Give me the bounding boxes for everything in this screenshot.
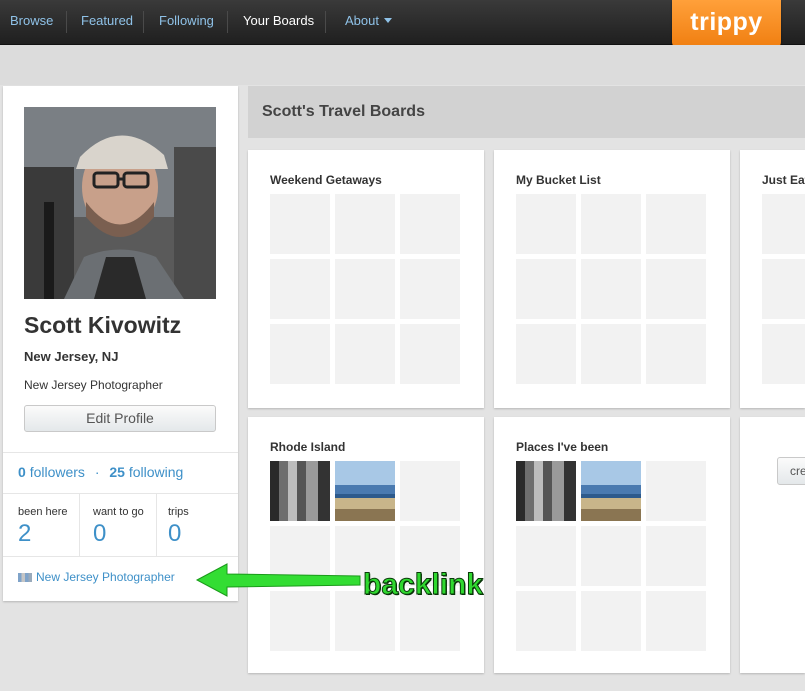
followers-link[interactable]: 0 followers — [18, 464, 85, 480]
create-board-button[interactable]: cre — [777, 457, 805, 485]
site-favicon-icon — [18, 573, 32, 582]
board-photo — [335, 461, 395, 521]
avatar-illustration — [24, 107, 216, 299]
board-card[interactable]: My Bucket List — [494, 150, 730, 408]
stat-trips[interactable]: trips 0 — [168, 494, 189, 556]
board-thumbnail — [400, 259, 460, 319]
board-title: My Bucket List — [516, 173, 601, 187]
nav-browse[interactable]: Browse — [10, 0, 53, 44]
stat-value: 2 — [18, 520, 32, 547]
edit-profile-button[interactable]: Edit Profile — [24, 405, 216, 432]
follow-stats: 0 followers · 25 following — [18, 464, 183, 480]
board-thumbnail — [335, 194, 395, 254]
nav-featured[interactable]: Featured — [81, 0, 133, 44]
board-thumbnail — [762, 259, 805, 319]
divider — [156, 494, 157, 556]
divider — [3, 452, 238, 453]
board-card[interactable]: Just Eat — [740, 150, 805, 408]
boards-header: Scott's Travel Boards — [248, 86, 805, 138]
board-thumbnail — [270, 259, 330, 319]
board-thumbnail — [646, 194, 706, 254]
board-thumbnail — [646, 259, 706, 319]
board-thumbnail — [581, 526, 641, 586]
stat-want-to-go[interactable]: want to go 0 — [93, 494, 144, 556]
stat-label: want to go — [93, 506, 144, 518]
board-thumbnail — [516, 259, 576, 319]
profile-photo[interactable] — [24, 107, 216, 299]
create-board-card: cre — [740, 417, 805, 673]
sub-header-bar — [0, 45, 805, 85]
followers-label: followers — [29, 464, 85, 480]
nav-about-label: About — [345, 13, 379, 28]
board-photo — [516, 461, 576, 521]
board-thumbnail — [581, 194, 641, 254]
board-thumbnail — [335, 324, 395, 384]
nav-divider — [143, 11, 144, 33]
board-photo — [581, 461, 641, 521]
board-thumbnail — [581, 591, 641, 651]
board-thumbnail — [400, 194, 460, 254]
profile-tagline: New Jersey Photographer — [24, 378, 163, 392]
board-thumbnail — [335, 259, 395, 319]
board-thumbnail — [516, 324, 576, 384]
board-thumbnail — [762, 324, 805, 384]
followers-count: 0 — [18, 464, 26, 480]
nav-following[interactable]: Following — [159, 0, 214, 44]
chevron-down-icon — [383, 18, 392, 23]
annotation-label: backlink — [362, 568, 484, 602]
board-title: Rhode Island — [270, 440, 346, 454]
stat-value: 0 — [93, 520, 107, 547]
nav-divider — [227, 11, 228, 33]
nav-your-boards[interactable]: Your Boards — [243, 0, 314, 44]
profile-name: Scott Kivowitz — [24, 312, 182, 338]
stat-been-here[interactable]: been here 2 — [18, 494, 68, 556]
nav-about[interactable]: About — [345, 0, 392, 44]
nav-divider — [66, 11, 67, 33]
board-title: Places I've been — [516, 440, 609, 454]
board-thumbnail — [270, 194, 330, 254]
divider — [3, 556, 238, 557]
board-thumbnail — [646, 324, 706, 384]
stat-label: been here — [18, 506, 68, 518]
board-thumbnail — [581, 259, 641, 319]
website-backlink[interactable]: New Jersey Photographer — [18, 570, 175, 584]
board-title: Weekend Getaways — [270, 173, 382, 187]
nav-divider — [325, 11, 326, 33]
board-thumbnail — [646, 526, 706, 586]
board-thumbnail — [400, 461, 460, 521]
board-thumbnail — [581, 324, 641, 384]
board-thumbnail — [646, 591, 706, 651]
trippy-logo[interactable]: trippy — [672, 0, 781, 48]
board-thumbnail — [516, 591, 576, 651]
board-thumbnail — [516, 194, 576, 254]
boards-title: Scott's Travel Boards — [262, 103, 425, 120]
board-thumbnail — [270, 324, 330, 384]
board-card[interactable]: Places I've been — [494, 417, 730, 673]
divider — [79, 494, 80, 556]
profile-card: Scott Kivowitz New Jersey, NJ New Jersey… — [3, 86, 238, 601]
following-count: 25 — [109, 464, 125, 480]
stat-value: 0 — [168, 520, 182, 547]
board-thumbnail — [762, 194, 805, 254]
board-card[interactable]: Weekend Getaways — [248, 150, 484, 408]
board-thumbnail — [400, 324, 460, 384]
separator-dot: · — [94, 464, 100, 480]
board-card[interactable]: Rhode Island — [248, 417, 484, 673]
following-label: following — [128, 464, 184, 480]
stat-label: trips — [168, 506, 189, 518]
backlink-text: New Jersey Photographer — [36, 570, 175, 584]
board-thumbnail — [516, 526, 576, 586]
board-title: Just Eat — [762, 173, 805, 187]
profile-location: New Jersey, NJ — [24, 349, 119, 364]
board-photo — [270, 461, 330, 521]
following-link[interactable]: 25 following — [109, 464, 183, 480]
board-thumbnail — [646, 461, 706, 521]
annotation-arrow-icon — [195, 563, 361, 597]
top-nav-bar: Browse Featured Following Your Boards Ab… — [0, 0, 805, 48]
board-thumbnail — [270, 591, 330, 651]
